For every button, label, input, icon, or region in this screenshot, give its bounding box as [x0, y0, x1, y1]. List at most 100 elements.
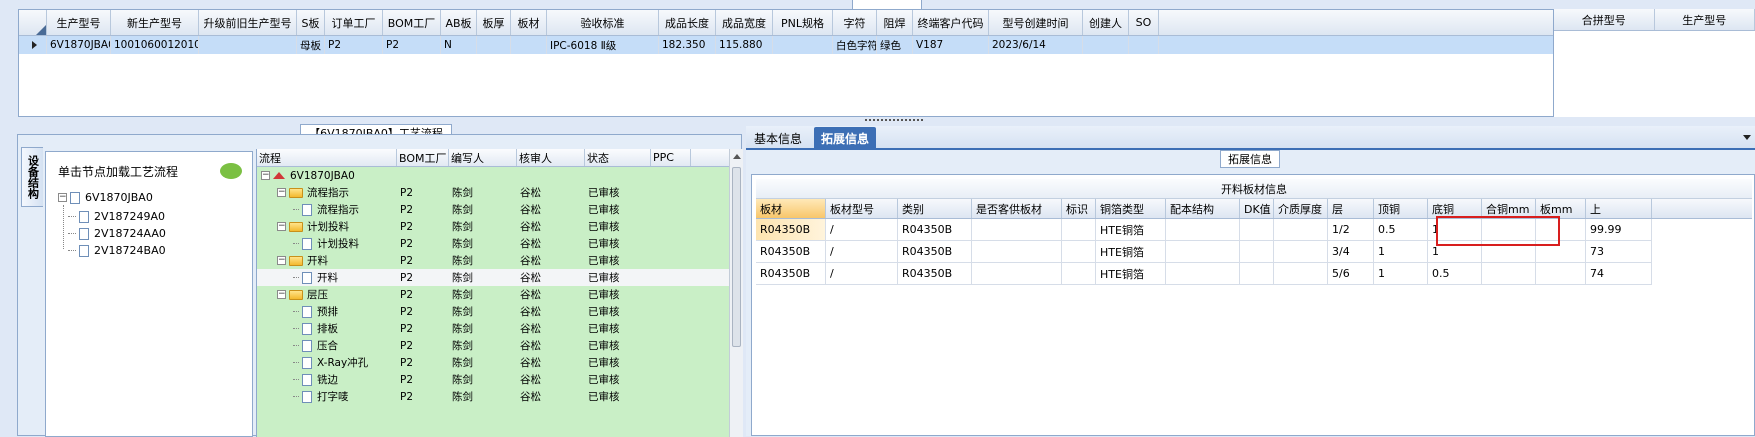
- column-header[interactable]: S板: [297, 10, 325, 35]
- flow-row[interactable]: 预排P2陈剑谷松已审核: [257, 303, 743, 320]
- flow-row[interactable]: 压合P2陈剑谷松已审核: [257, 337, 743, 354]
- flow-column-header[interactable]: 编写人: [449, 149, 517, 166]
- flow-row[interactable]: X-Ray冲孔P2陈剑谷松已审核: [257, 354, 743, 371]
- flow-column-header[interactable]: 流程: [257, 149, 397, 166]
- column-header[interactable]: 成品长度: [659, 10, 716, 35]
- table-cell: 母板: [297, 36, 325, 54]
- column-header[interactable]: SO: [1129, 10, 1159, 35]
- column-header[interactable]: 升级前旧生产型号: [199, 10, 297, 35]
- table-row[interactable]: 6V1870JBA010010600120107母板P2P2NIPC-6018 …: [19, 36, 1754, 54]
- flow-step-name: 计划投料: [317, 236, 359, 251]
- table-cell: P2: [383, 36, 441, 54]
- column-header[interactable]: 创建人: [1083, 10, 1129, 35]
- flow-cell-factory: P2: [397, 286, 449, 303]
- flow-cell-factory: P2: [397, 252, 449, 269]
- table-row[interactable]: R04350B/R04350BHTE铜箔3/41173: [756, 241, 1752, 263]
- flow-row[interactable]: 流程指示P2陈剑谷松已审核: [257, 201, 743, 218]
- flow-row[interactable]: −层压P2陈剑谷松已审核: [257, 286, 743, 303]
- scroll-thumb[interactable]: [732, 167, 741, 347]
- merge-column-header[interactable]: 合拼型号: [1554, 9, 1655, 30]
- splitter-handle[interactable]: [865, 119, 923, 123]
- scroll-up-arrow-icon[interactable]: [733, 154, 741, 159]
- flow-row[interactable]: 打字唛P2陈剑谷松已审核: [257, 388, 743, 405]
- column-header[interactable]: 型号创建时间: [989, 10, 1083, 35]
- flow-cell-name: −流程指示: [257, 184, 397, 201]
- collapse-icon[interactable]: −: [277, 290, 286, 299]
- flow-row[interactable]: 铣边P2陈剑谷松已审核: [257, 371, 743, 388]
- home-icon: [273, 172, 285, 179]
- column-header[interactable]: 新生产型号: [111, 10, 199, 35]
- flow-row[interactable]: 开料P2陈剑谷松已审核: [257, 269, 743, 286]
- column-header[interactable]: 板材: [511, 10, 547, 35]
- flow-step-name: 开料: [317, 270, 338, 285]
- flow-scrollbar[interactable]: [729, 149, 743, 437]
- cutting-material-table: 板材板材型号类别是否客供板材标识铜箔类型配本结构DK值介质厚度层顶铜底铜合铜mm…: [756, 199, 1752, 285]
- table-cell: [773, 36, 833, 54]
- flow-row[interactable]: −开料P2陈剑谷松已审核: [257, 252, 743, 269]
- table-cell[interactable]: R04350B: [756, 241, 826, 263]
- folder-icon: [289, 188, 303, 198]
- table-cell: R04350B: [898, 241, 972, 263]
- table-row[interactable]: R04350B/R04350BHTE铜箔1/20.5199.99: [756, 219, 1752, 241]
- table-cell[interactable]: R04350B: [756, 263, 826, 285]
- table-cell: [1240, 219, 1274, 241]
- ext-column-header[interactable]: 层: [1328, 199, 1374, 218]
- table-cell: [1062, 241, 1096, 263]
- model-tree-item[interactable]: 2V18724BA0: [68, 241, 166, 260]
- ext-column-header[interactable]: 配本结构: [1166, 199, 1240, 218]
- ext-column-header[interactable]: 板材型号: [826, 199, 898, 218]
- flow-row[interactable]: 计划投料P2陈剑谷松已审核: [257, 235, 743, 252]
- table-cell: HTE铜箔: [1096, 219, 1166, 241]
- column-header[interactable]: 生产型号: [47, 10, 111, 35]
- flow-row[interactable]: −6V1870JBA0: [257, 167, 743, 184]
- column-header[interactable]: 字符: [833, 10, 877, 35]
- side-tab-device-structure[interactable]: 设备结构: [21, 147, 43, 207]
- collapse-icon[interactable]: −: [277, 222, 286, 231]
- column-header[interactable]: 验收标准: [547, 10, 659, 35]
- ext-column-header[interactable]: 标识: [1062, 199, 1096, 218]
- ext-column-header[interactable]: 板材: [756, 199, 826, 218]
- ext-column-header[interactable]: DK值: [1240, 199, 1274, 218]
- collapse-icon[interactable]: −: [58, 193, 67, 202]
- load-hint-bar[interactable]: 单击节点加载工艺流程: [52, 156, 248, 186]
- flow-cell-writer: [449, 167, 517, 184]
- column-header[interactable]: 阻焊: [877, 10, 913, 35]
- column-header[interactable]: AB板: [441, 10, 477, 35]
- tab-menu-arrow-icon[interactable]: [1743, 135, 1751, 140]
- ext-column-header[interactable]: 介质厚度: [1274, 199, 1328, 218]
- tab-extended-info[interactable]: 拓展信息: [814, 127, 876, 149]
- ext-column-header[interactable]: 类别: [898, 199, 972, 218]
- flow-column-header[interactable]: 状态: [585, 149, 651, 166]
- merge-column-header[interactable]: 生产型号: [1655, 9, 1755, 30]
- table-row[interactable]: R04350B/R04350BHTE铜箔5/610.574: [756, 263, 1752, 285]
- ext-column-header[interactable]: 铜箔类型: [1096, 199, 1166, 218]
- model-tree-root[interactable]: −6V1870JBA0: [58, 188, 153, 207]
- table-cell: 0.5: [1374, 219, 1428, 241]
- collapse-icon[interactable]: −: [277, 256, 286, 265]
- flow-column-header[interactable]: BOM工厂: [397, 149, 449, 166]
- flow-row[interactable]: −计划投料P2陈剑谷松已审核: [257, 218, 743, 235]
- collapse-icon[interactable]: −: [261, 171, 270, 180]
- flow-column-header[interactable]: 核审人: [517, 149, 585, 166]
- ext-column-header[interactable]: 上: [1586, 199, 1652, 218]
- tab-basic-info[interactable]: 基本信息: [748, 127, 808, 149]
- flow-row[interactable]: −流程指示P2陈剑谷松已审核: [257, 184, 743, 201]
- flow-cell-writer: 陈剑: [449, 286, 517, 303]
- table-cell[interactable]: R04350B: [756, 219, 826, 241]
- collapse-icon[interactable]: −: [277, 188, 286, 197]
- column-header[interactable]: PNL规格: [773, 10, 833, 35]
- flow-column-header[interactable]: PPC: [651, 149, 691, 166]
- column-header[interactable]: BOM工厂: [383, 10, 441, 35]
- column-header[interactable]: 板厚: [477, 10, 511, 35]
- flow-cell-status: 已审核: [585, 320, 651, 337]
- flow-row[interactable]: 排板P2陈剑谷松已审核: [257, 320, 743, 337]
- flow-cell-reviewer: 谷松: [517, 320, 585, 337]
- tab-basic-info-label: 基本信息: [754, 130, 802, 147]
- column-header[interactable]: 订单工厂: [325, 10, 383, 35]
- ext-column-header[interactable]: 是否客供板材: [972, 199, 1062, 218]
- ext-column-header[interactable]: 顶铜: [1374, 199, 1428, 218]
- column-header[interactable]: 成品宽度: [716, 10, 773, 35]
- cutting-material-table-header: 板材板材型号类别是否客供板材标识铜箔类型配本结构DK值介质厚度层顶铜底铜合铜mm…: [756, 199, 1752, 219]
- table-cell: 115.880: [716, 36, 773, 54]
- column-header[interactable]: 终端客户代码: [913, 10, 989, 35]
